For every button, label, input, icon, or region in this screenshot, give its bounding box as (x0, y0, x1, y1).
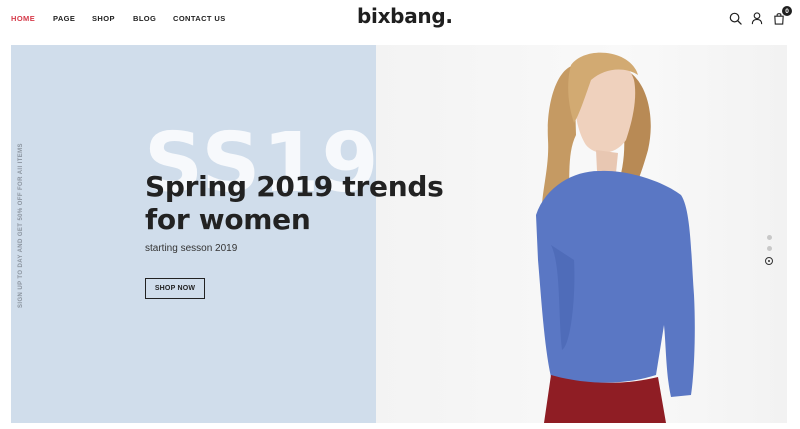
promo-vertical-text: SIGN UP TO DAY AND GET 50% OFF FOR All I… (18, 143, 24, 308)
user-icon[interactable] (748, 9, 766, 27)
slider-pagination (765, 235, 773, 265)
nav-home[interactable]: HOME (11, 14, 35, 23)
nav-contact-us[interactable]: CONTACT US (173, 14, 226, 23)
brand-logo[interactable]: bixbang. (357, 4, 453, 28)
search-icon[interactable] (726, 9, 744, 27)
nav-shop[interactable]: SHOP (92, 14, 115, 23)
header-icons: 0 (722, 6, 792, 27)
nav-page[interactable]: PAGE (53, 14, 75, 23)
shop-now-button[interactable]: SHOP NOW (145, 278, 205, 299)
slide-dot-2[interactable] (766, 246, 772, 251)
hero-subline: starting sesson 2019 (145, 243, 238, 254)
slide-dot-1[interactable] (766, 235, 772, 240)
bag-icon[interactable]: 0 (770, 6, 792, 27)
nav-blog[interactable]: BLOG (133, 14, 156, 23)
site-header: HOME PAGE SHOP BLOG CONTACT US bixbang. … (0, 0, 800, 44)
hero-slider: SIGN UP TO DAY AND GET 50% OFF FOR All I… (11, 45, 787, 423)
hero-headline: Spring 2019 trends for women (145, 170, 445, 236)
hero-headline-line1: Spring 2019 trends (145, 170, 444, 203)
slide-dot-3-active[interactable] (765, 257, 773, 265)
cart-count-badge: 0 (782, 6, 792, 16)
hero-headline-line2: for women (145, 203, 311, 236)
hero-model-image (536, 52, 695, 423)
